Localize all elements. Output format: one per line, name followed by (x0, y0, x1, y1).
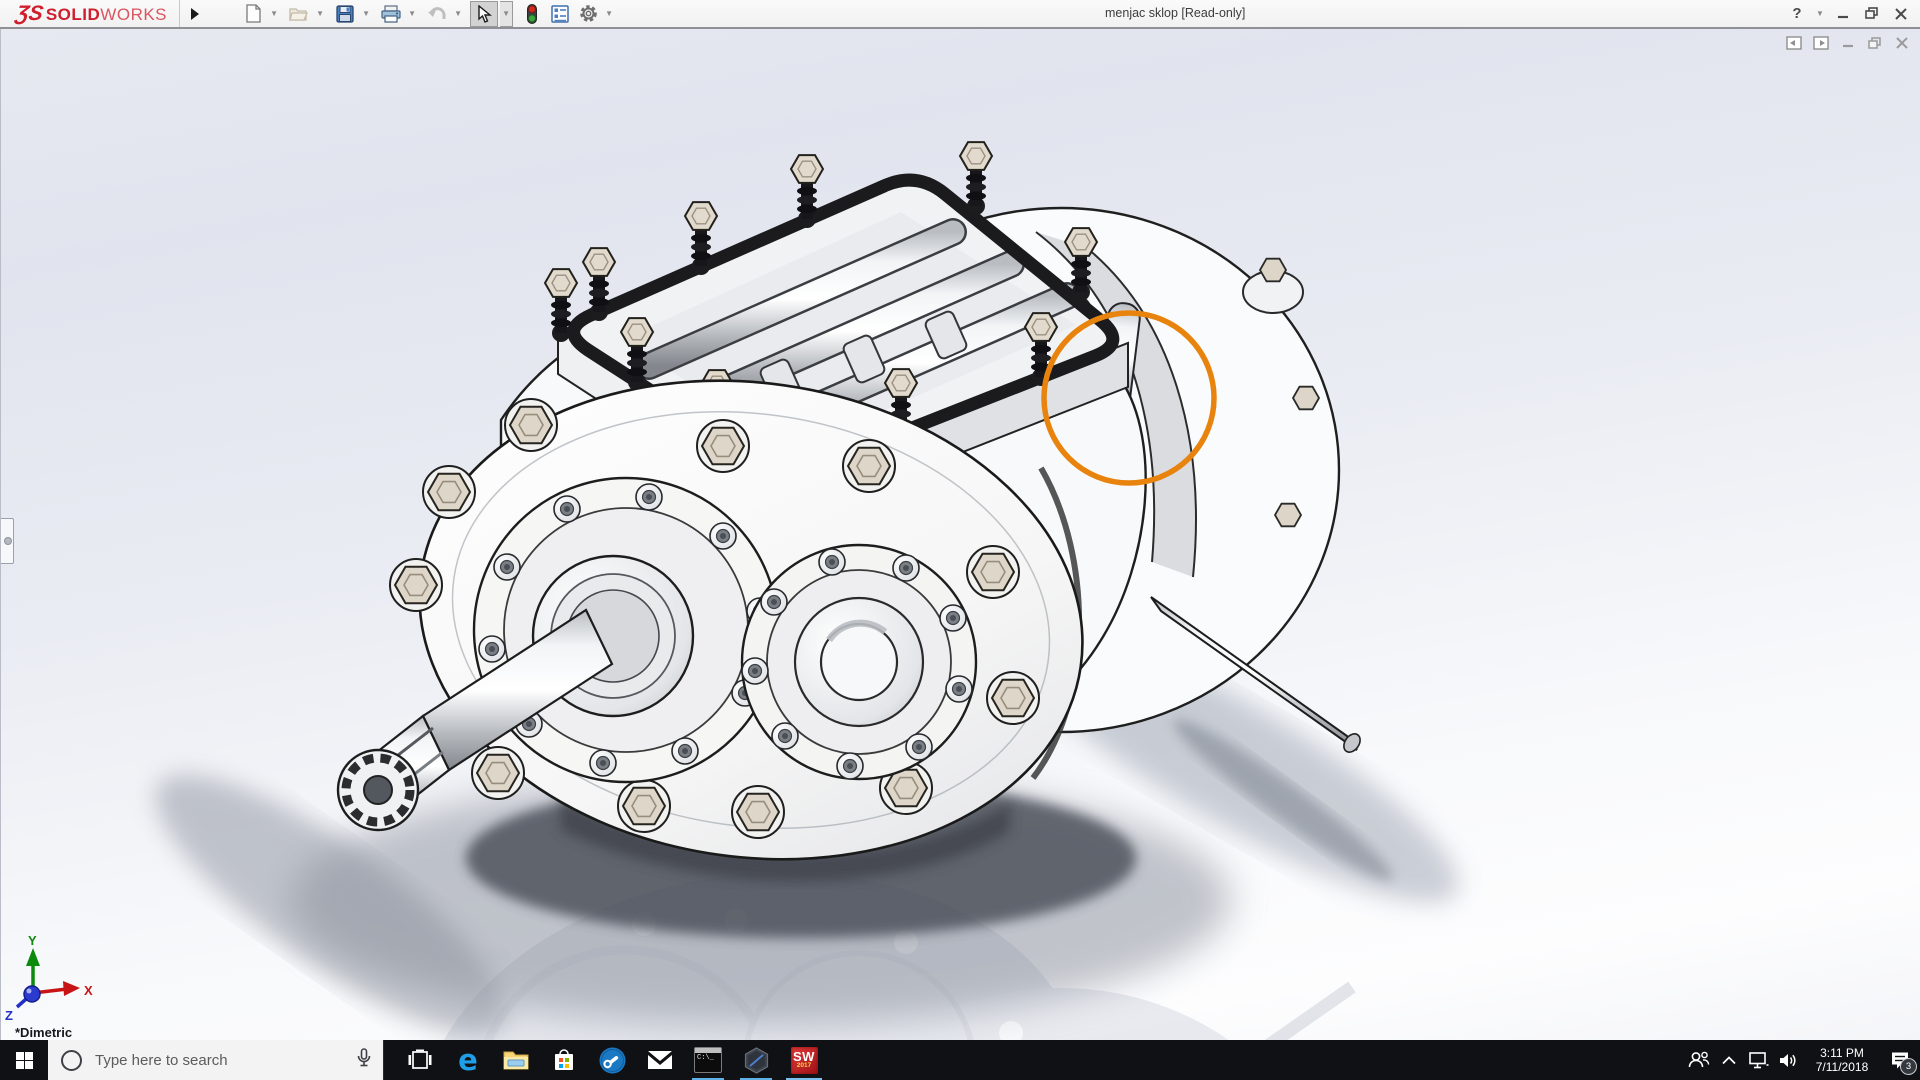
options-gear-icon[interactable] (575, 2, 601, 26)
search-input[interactable] (93, 1051, 357, 1070)
options-dropdown-caret[interactable]: ▼ (603, 2, 615, 26)
command-prompt-icon[interactable]: C:\_ (684, 1040, 732, 1080)
select-tool-button[interactable] (470, 1, 498, 27)
taskbar-search[interactable] (48, 1040, 384, 1080)
solidworks-window: ƷS SOLID WORKS ▼ ▼ ▼ ▼ ▼ (0, 0, 1920, 1080)
close-button[interactable] (1890, 4, 1912, 24)
store-icon[interactable] (540, 1040, 588, 1080)
restore-button[interactable] (1861, 4, 1883, 24)
solidworks-taskbar-icon[interactable]: SW2017 (780, 1040, 828, 1080)
triad-y-label: Y (28, 933, 37, 948)
solidworks-logo: ƷS SOLID WORKS (16, 2, 167, 26)
triad-x-label: X (84, 983, 93, 998)
quick-toolbar: ▼ ▼ ▼ ▼ ▼ ▼ ▼ (240, 1, 619, 27)
mail-icon[interactable] (636, 1040, 684, 1080)
tray-chevron-icon[interactable] (1714, 1040, 1744, 1080)
action-center-icon[interactable]: 3 (1880, 1040, 1920, 1080)
doc-close-button[interactable] (1893, 35, 1911, 51)
help-dropdown-caret[interactable]: ▼ (1815, 4, 1825, 24)
orientation-triad: Y X Z (5, 933, 93, 1023)
show-left-pane-button[interactable] (1785, 35, 1803, 51)
triad-z-label: Z (5, 1008, 13, 1023)
edge-icon[interactable]: e (444, 1040, 492, 1080)
input-shaft-flange[interactable] (742, 545, 976, 779)
feature-manager-collapsed-tab[interactable] (1, 518, 14, 564)
notification-badge: 3 (1900, 1058, 1917, 1075)
support-tool-icon[interactable] (588, 1040, 636, 1080)
windows-taskbar: e C:\_ SW2017 (0, 1040, 1920, 1080)
3d-model-scene[interactable]: Y X Z (1, 29, 1920, 1040)
hexagon-app-icon[interactable] (732, 1040, 780, 1080)
minimize-button[interactable] (1832, 4, 1854, 24)
people-icon[interactable] (1684, 1040, 1714, 1080)
task-view-button[interactable] (396, 1040, 444, 1080)
properties-list-icon[interactable] (547, 2, 573, 26)
save-dropdown-caret[interactable]: ▼ (360, 2, 372, 26)
network-icon[interactable] (1744, 1040, 1774, 1080)
clock-date: 7/11/2018 (1808, 1060, 1876, 1074)
volume-icon[interactable] (1774, 1040, 1804, 1080)
save-button[interactable] (332, 2, 358, 26)
title-bar: ƷS SOLID WORKS ▼ ▼ ▼ ▼ ▼ (0, 0, 1920, 29)
undo-button[interactable] (424, 2, 450, 26)
print-button[interactable] (378, 2, 404, 26)
start-button[interactable] (0, 1040, 48, 1080)
window-controls: ? ▼ (1786, 0, 1912, 27)
new-document-button[interactable] (240, 2, 266, 26)
divider (179, 0, 180, 27)
taskbar-apps: e C:\_ SW2017 (396, 1040, 828, 1080)
rebuild-stoplight-icon[interactable] (519, 2, 545, 26)
doc-restore-button[interactable] (1866, 35, 1884, 51)
new-dropdown-caret[interactable]: ▼ (268, 2, 280, 26)
dassault-logo-glyph: ƷS (14, 2, 45, 26)
document-title: menjac sklop [Read-only] (1105, 6, 1245, 20)
undo-dropdown-caret[interactable]: ▼ (452, 2, 464, 26)
open-document-button[interactable] (286, 2, 312, 26)
clock-time: 3:11 PM (1808, 1046, 1876, 1060)
open-dropdown-caret[interactable]: ▼ (314, 2, 326, 26)
microphone-icon[interactable] (357, 1048, 371, 1073)
cortana-icon (61, 1050, 82, 1071)
help-button[interactable]: ? (1786, 4, 1808, 24)
pane-tab-grip (4, 537, 12, 545)
view-orientation-label: *Dimetric (15, 1025, 72, 1040)
graphics-viewport[interactable]: Y X Z *Dimetric (0, 29, 1920, 1040)
taskbar-clock[interactable]: 3:11 PM 7/11/2018 (1808, 1046, 1876, 1074)
doc-minimize-button[interactable] (1839, 35, 1857, 51)
show-right-pane-button[interactable] (1812, 35, 1830, 51)
document-window-controls (1785, 35, 1911, 51)
system-tray: 3:11 PM 7/11/2018 3 (1684, 1040, 1920, 1080)
file-explorer-icon[interactable] (492, 1040, 540, 1080)
select-dropdown-caret[interactable]: ▼ (500, 1, 513, 27)
menu-expand-arrow-icon[interactable] (184, 3, 206, 25)
print-dropdown-caret[interactable]: ▼ (406, 2, 418, 26)
